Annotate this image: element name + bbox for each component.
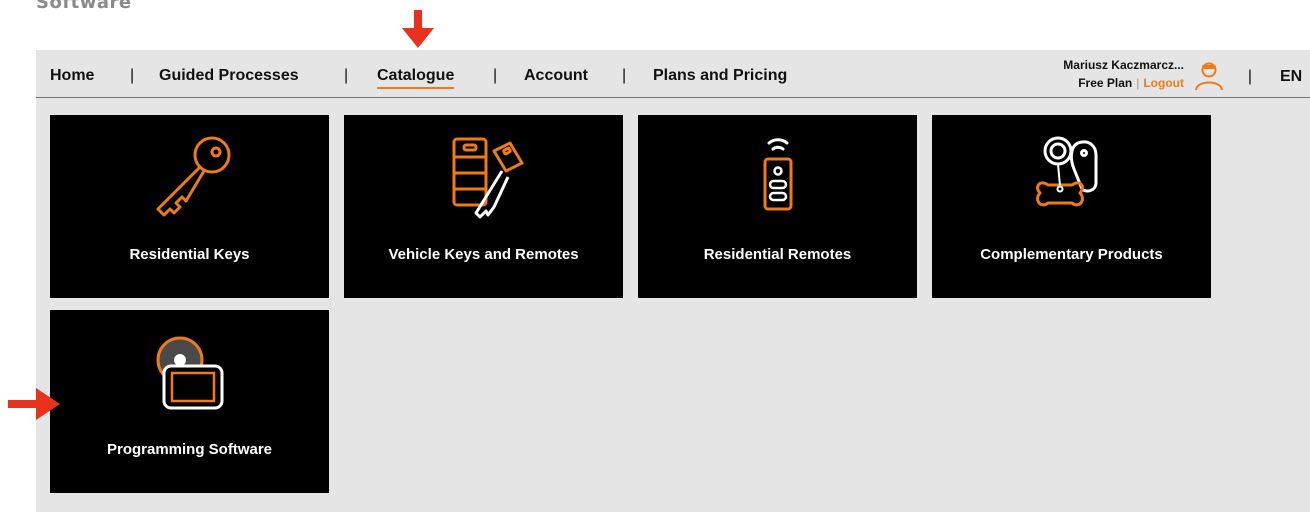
tile-label: Residential Remotes xyxy=(703,246,852,263)
key-tags-icon xyxy=(1035,136,1097,207)
tile-programming-software[interactable]: Programming Software xyxy=(50,310,329,493)
language-selector[interactable]: EN xyxy=(1280,68,1310,86)
tile-label: Residential Keys xyxy=(129,246,250,263)
programming-device-icon xyxy=(156,336,223,410)
remote-control-icon xyxy=(763,138,792,211)
tile-vehicle-keys-and-remotes[interactable]: Vehicle Keys and Remotes xyxy=(344,115,623,298)
tile-residential-keys[interactable]: Residential Keys xyxy=(50,115,329,298)
user-avatar-icon[interactable] xyxy=(1192,58,1226,92)
top-navigation: Home | Guided Processes | Catalogue | Ac… xyxy=(36,50,1310,98)
language-separator: | xyxy=(1247,68,1252,85)
user-plan: Free Plan xyxy=(1078,76,1133,90)
nav-item-account[interactable]: Account xyxy=(524,67,588,85)
catalogue-app: Home | Guided Processes | Catalogue | Ac… xyxy=(36,50,1310,512)
logout-link[interactable]: Logout xyxy=(1143,76,1184,90)
nav-item-home[interactable]: Home xyxy=(50,67,94,85)
tile-residential-remotes[interactable]: Residential Remotes xyxy=(638,115,917,298)
nav-item-catalogue[interactable]: Catalogue xyxy=(377,67,455,89)
user-name: Mariusz Kaczmarcz... xyxy=(1063,58,1184,72)
nav-separator: | xyxy=(493,67,498,84)
annotation-arrow-right-icon xyxy=(8,388,60,420)
tile-label: Complementary Products xyxy=(980,246,1163,263)
nav-item-guided-processes[interactable]: Guided Processes xyxy=(159,67,299,85)
document-heading: Software xyxy=(36,0,132,13)
user-plan-row: Free Plan | Logout xyxy=(1078,76,1184,90)
nav-item-plans-and-pricing[interactable]: Plans and Pricing xyxy=(653,67,787,85)
annotation-arrow-down-icon xyxy=(402,10,434,48)
tile-label: Programming Software xyxy=(106,441,273,458)
tile-label: Vehicle Keys and Remotes xyxy=(388,246,579,263)
nav-separator: | xyxy=(622,67,627,84)
key-icon xyxy=(156,136,230,217)
nav-separator: | xyxy=(130,67,135,84)
user-plan-separator: | xyxy=(1136,76,1140,90)
tile-complementary-products[interactable]: Complementary Products xyxy=(932,115,1211,298)
vehicle-key-remote-icon xyxy=(452,137,523,219)
nav-separator: | xyxy=(344,67,349,84)
